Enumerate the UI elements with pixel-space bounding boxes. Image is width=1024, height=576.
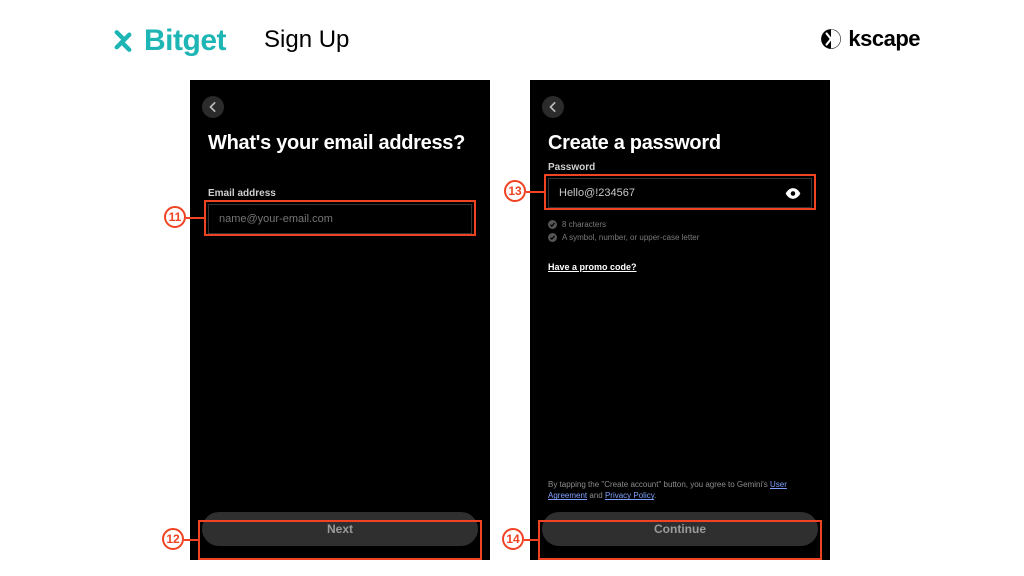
check-circle-icon (548, 233, 557, 242)
email-screen: What's your email address? Email address… (190, 80, 490, 560)
chevron-left-icon (548, 102, 558, 112)
continue-button[interactable]: Continue (542, 512, 818, 546)
password-field-wrap (548, 178, 812, 208)
bitget-wordmark: Bitget (144, 24, 226, 58)
password-label: Password (548, 162, 595, 173)
annotation-line-13 (526, 191, 544, 193)
password-screen: Create a password Password 8 characters … (530, 80, 830, 560)
annotation-line-11 (186, 217, 204, 219)
req-text: A symbol, number, or upper-case letter (562, 233, 699, 242)
password-input[interactable] (559, 187, 777, 199)
show-password-toggle[interactable] (785, 188, 801, 199)
kscape-logo: kscape (820, 26, 920, 52)
annotation-number-12: 12 (162, 528, 184, 550)
password-req-2: A symbol, number, or upper-case letter (548, 233, 699, 242)
req-text: 8 characters (562, 220, 606, 229)
screen-title: Create a password (548, 132, 721, 155)
promo-code-link[interactable]: Have a promo code? (548, 262, 637, 272)
page-title: Sign Up (264, 26, 349, 54)
annotation-line-14 (524, 539, 538, 541)
annotation-number-14: 14 (502, 528, 524, 550)
password-req-1: 8 characters (548, 220, 606, 229)
slide-header: Bitget Sign Up kscape (0, 20, 1024, 60)
check-circle-icon (548, 220, 557, 229)
bitget-icon (108, 26, 138, 56)
agree-suffix: . (654, 491, 656, 500)
email-field-wrap (208, 204, 472, 234)
email-label: Email address (208, 188, 276, 199)
agree-mid: and (587, 491, 605, 500)
agree-prefix: By tapping the "Create account" button, … (548, 480, 770, 489)
annotation-number-11: 11 (164, 206, 186, 228)
email-input[interactable] (219, 213, 461, 225)
chevron-left-icon (208, 102, 218, 112)
bitget-logo: Bitget (108, 24, 226, 58)
screen-title: What's your email address? (208, 132, 465, 155)
agreement-text: By tapping the "Create account" button, … (548, 480, 812, 502)
kscape-icon (820, 28, 842, 50)
back-button[interactable] (542, 96, 564, 118)
back-button[interactable] (202, 96, 224, 118)
kscape-wordmark: kscape (848, 26, 920, 52)
annotation-number-13: 13 (504, 180, 526, 202)
eye-icon (785, 188, 801, 199)
next-button[interactable]: Next (202, 512, 478, 546)
annotation-line-12 (184, 539, 198, 541)
privacy-policy-link[interactable]: Privacy Policy (605, 491, 654, 500)
